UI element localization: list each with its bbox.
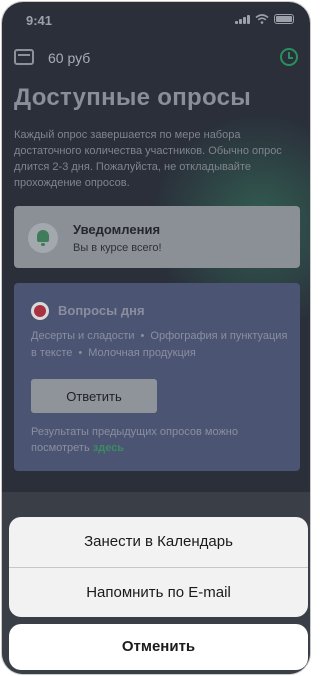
- app-screen: 9:41 60 руб Доступные опросы Каждый опро…: [2, 2, 310, 674]
- cancel-button[interactable]: Отменить: [9, 624, 308, 670]
- wifi-icon: [255, 14, 269, 24]
- topic-item: Десерты и сладости: [31, 330, 135, 342]
- results-note: Результаты предыдущих опросов можно посм…: [31, 424, 293, 456]
- notifications-subtitle: Вы в курсе всего!: [73, 242, 162, 254]
- questions-title: Вопросы дня: [58, 303, 145, 318]
- bell-icon: [28, 223, 58, 253]
- battery-icon: [274, 14, 294, 24]
- action-sheet: Занести в Календарь Напомнить по E-mail: [9, 517, 308, 617]
- questions-card: Вопросы дня Десерты и сладости • Орфографи…: [14, 283, 300, 471]
- history-icon[interactable]: [280, 48, 298, 66]
- status-icons: [235, 14, 294, 24]
- intro-text: Каждый опрос завершается по мере набора …: [14, 129, 282, 189]
- topic-item: Молочная продукция: [88, 347, 196, 359]
- top-bar: 60 руб: [14, 46, 298, 70]
- status-time: 9:41: [26, 13, 53, 28]
- device-frame: 9:41 60 руб Доступные опросы Каждый опро…: [1, 1, 311, 675]
- status-bar: 9:41: [2, 2, 310, 38]
- notifications-card[interactable]: Уведомления Вы в курсе всего!: [14, 206, 300, 268]
- results-link[interactable]: здесь: [93, 442, 124, 454]
- page-title: Доступные опросы: [14, 84, 252, 111]
- wallet-icon[interactable]: [14, 49, 34, 65]
- topic-separator: •: [78, 347, 83, 359]
- answer-button[interactable]: Ответить: [31, 379, 157, 413]
- signal-icon: [235, 14, 250, 24]
- results-text: Результаты предыдущих опросов можно посм…: [31, 426, 238, 454]
- record-dot-icon: [31, 302, 49, 320]
- add-to-calendar-option[interactable]: Занести в Календарь: [9, 517, 308, 567]
- remind-by-email-option[interactable]: Напомнить по E-mail: [9, 567, 308, 617]
- balance-label: 60 руб: [48, 50, 91, 66]
- topic-separator: •: [140, 330, 145, 342]
- topic-list: Десерты и сладости • Орфография и пунктуац…: [31, 328, 293, 362]
- notifications-title: Уведомления: [73, 222, 161, 237]
